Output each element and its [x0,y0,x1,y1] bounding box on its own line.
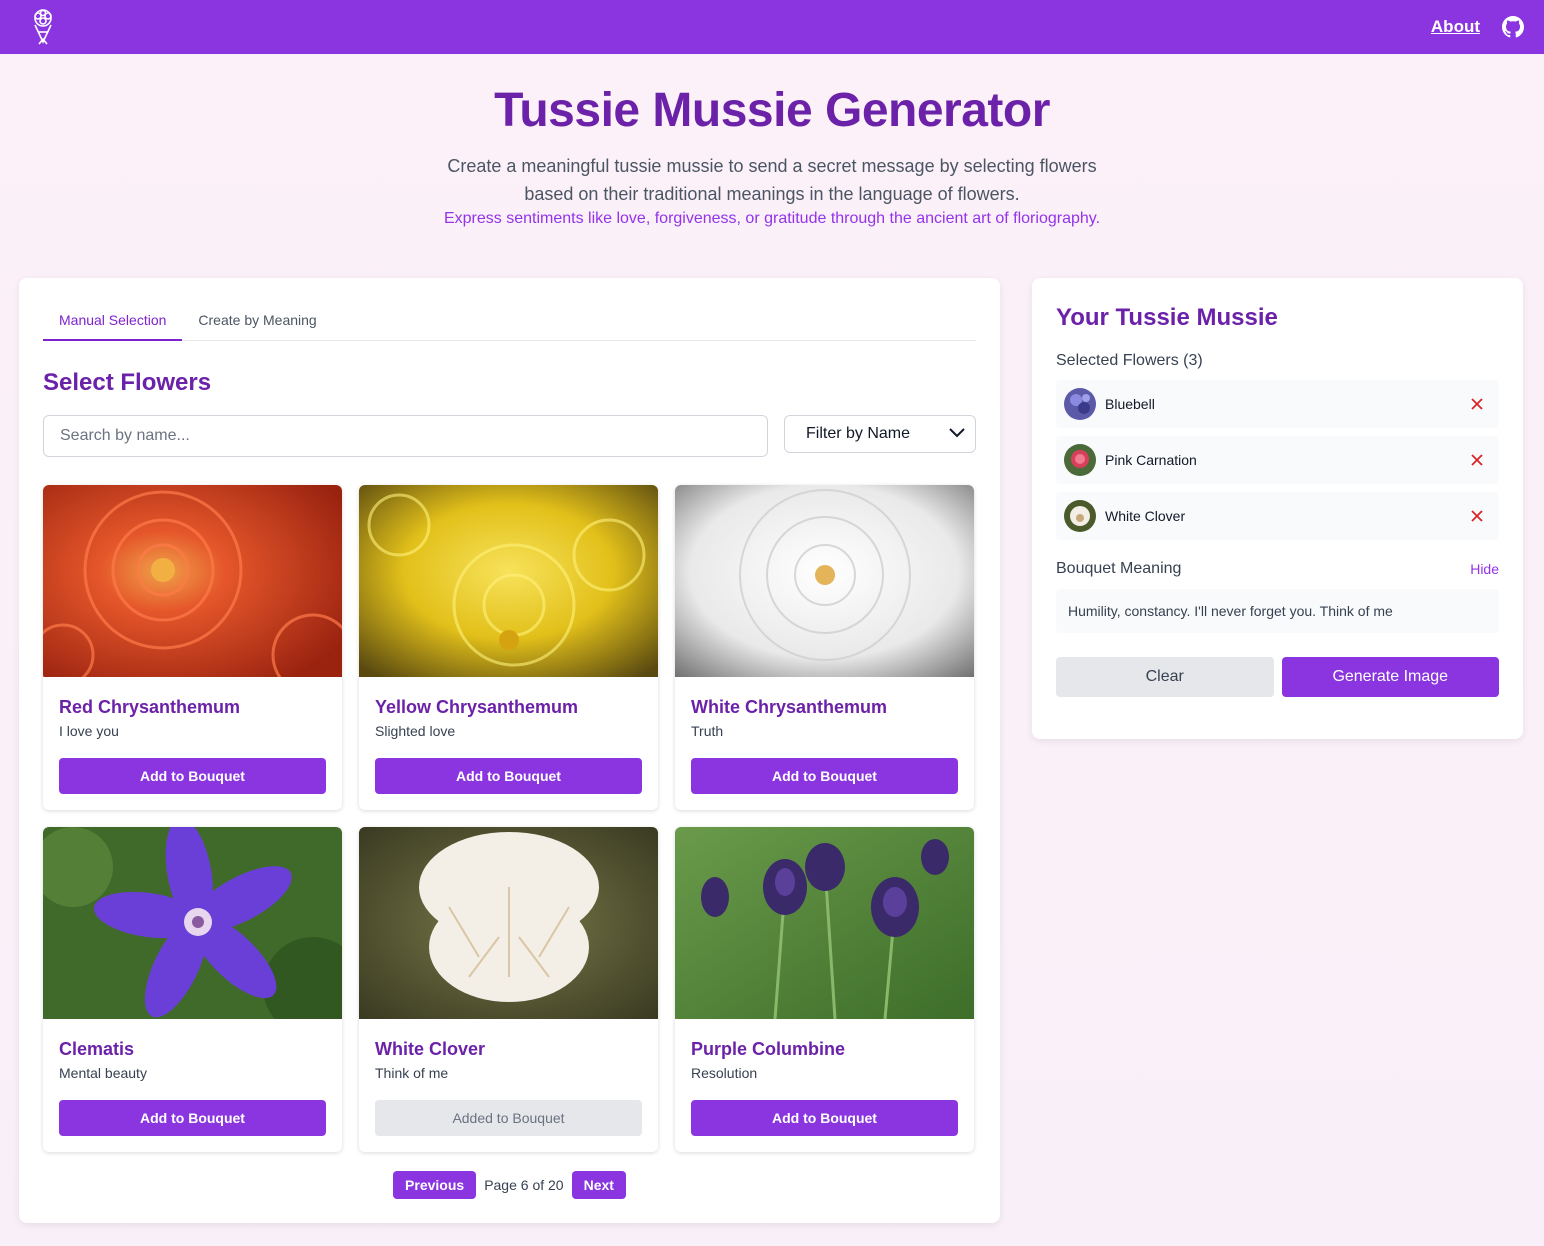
close-icon[interactable] [1465,448,1489,472]
selected-flower-name: Bluebell [1105,396,1155,412]
bouquet-meaning-label: Bouquet Meaning [1056,560,1182,577]
selected-flowers-label: Selected Flowers (3) [1056,352,1203,369]
added-to-bouquet-button[interactable]: Added to Bouquet [375,1100,642,1136]
list-item: Pink Carnation [1056,436,1499,484]
close-icon[interactable] [1465,392,1489,416]
clear-button[interactable]: Clear [1056,657,1274,697]
selected-flower-name: Pink Carnation [1105,452,1197,468]
page-tagline: Express sentiments like love, forgivenes… [443,210,1101,227]
flower-grid: Red Chrysanthemum I love you Add to Bouq… [43,485,976,1152]
flower-meaning: Truth [691,723,724,739]
white-clover-thumb [1064,500,1096,532]
flower-card: Red Chrysanthemum I love you Add to Bouq… [43,485,342,810]
flower-meaning: Slighted love [375,723,456,739]
pink-carnation-thumb [1064,444,1096,476]
selected-flowers-list: Bluebell Pink Carnation White Clover [1056,380,1499,540]
generate-image-button[interactable]: Generate Image [1281,657,1499,697]
bouquet-actions: Clear Generate Image [1056,657,1499,697]
flower-meaning: Mental beauty [59,1065,147,1081]
add-to-bouquet-button[interactable]: Add to Bouquet [59,758,326,794]
next-button[interactable]: Next [571,1171,626,1199]
flower-meaning: Resolution [691,1065,758,1081]
page-description: Create a meaningful tussie mussie to sen… [447,156,1097,204]
add-to-bouquet-button[interactable]: Add to Bouquet [691,758,958,794]
flower-name: Purple Columbine [691,1039,846,1059]
selected-flower-name: White Clover [1105,508,1186,524]
about-link[interactable]: About [1431,17,1480,37]
bouquet-title: Your Tussie Mussie [1056,304,1278,331]
hide-meaning-link[interactable]: Hide [1470,561,1499,577]
bouquet-meaning-header: Bouquet Meaning Hide [1056,560,1499,578]
red-chrysanthemum-photo [43,485,342,677]
add-to-bouquet-button[interactable]: Add to Bouquet [691,1100,958,1136]
flower-name: Red Chrysanthemum [59,697,241,717]
flower-card: Yellow Chrysanthemum Slighted love Add t… [359,485,658,810]
list-item: Bluebell [1056,380,1499,428]
list-item: White Clover [1056,492,1499,540]
tab-manual-selection[interactable]: Manual Selection [43,308,183,341]
flower-card: White Clover Think of me Added to Bouque… [359,827,658,1152]
white-clover-photo [359,827,658,1019]
flower-name: White Clover [375,1039,486,1059]
flower-name: Yellow Chrysanthemum [375,697,579,717]
purple-columbine-photo [675,827,974,1019]
white-chrysanthemum-photo [675,485,974,677]
chevron-down-icon [947,422,967,447]
github-icon[interactable] [1502,16,1524,38]
filter-select-value: Filter by Name [806,425,911,442]
add-to-bouquet-button[interactable]: Add to Bouquet [59,1100,326,1136]
flower-card: Clematis Mental beauty Add to Bouquet [43,827,342,1152]
flower-name: Clematis [59,1039,135,1059]
flower-card: Purple Columbine Resolution Add to Bouqu… [675,827,974,1152]
close-icon[interactable] [1465,504,1489,528]
bouquet-panel: Your Tussie Mussie Selected Flowers (3) … [1032,278,1523,739]
bouquet-meaning-text: Humility, constancy. I'll never forget y… [1056,589,1499,633]
bouquet-icon[interactable] [28,7,58,47]
add-to-bouquet-button[interactable]: Add to Bouquet [375,758,642,794]
flower-selector-card: Manual Selection Create by Meaning Selec… [19,278,1000,1223]
page-title: Tussie Mussie Generator [494,84,1050,137]
select-flowers-heading: Select Flowers [43,369,212,396]
top-navbar: About [0,0,1544,54]
page-indicator: Page 6 of 20 [484,1177,564,1193]
flower-meaning: I love you [59,723,119,739]
topbar-actions: About [1431,16,1524,38]
flower-name: White Chrysanthemum [691,697,888,717]
bluebell-thumb [1064,388,1096,420]
search-input[interactable] [43,415,768,457]
flower-card: White Chrysanthemum Truth Add to Bouquet [675,485,974,810]
pagination: Previous Page 6 of 20 Next [19,1171,1000,1199]
search-controls: Filter by Name [43,415,976,457]
previous-button[interactable]: Previous [393,1171,477,1199]
tab-create-by-meaning[interactable]: Create by Meaning [182,308,332,341]
hero-section: Tussie Mussie Generator Create a meaning… [0,80,1544,228]
mode-tabs: Manual Selection Create by Meaning [43,308,976,341]
yellow-chrysanthemum-photo [359,485,658,677]
flower-meaning: Think of me [375,1065,449,1081]
filter-select[interactable]: Filter by Name [784,415,976,453]
clematis-photo [43,827,342,1019]
